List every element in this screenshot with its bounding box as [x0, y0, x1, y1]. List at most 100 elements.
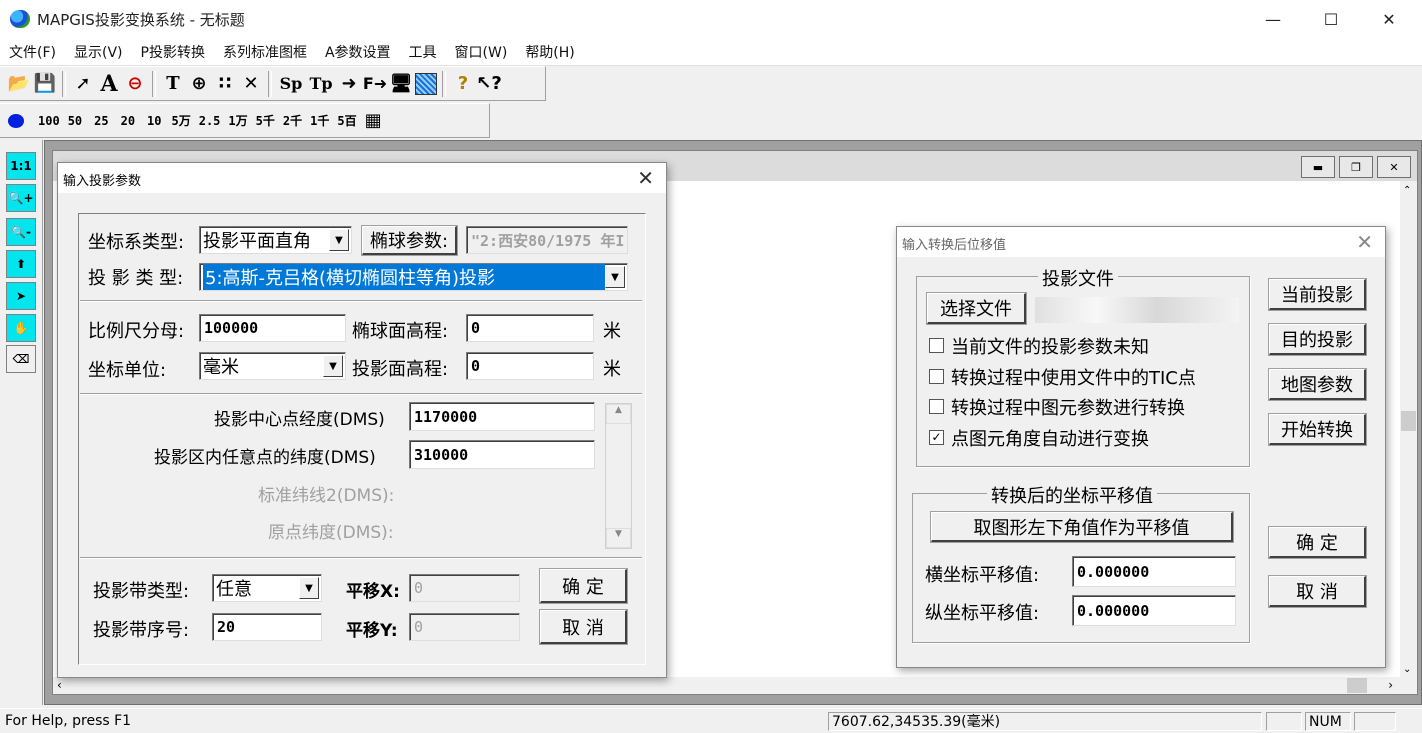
ok-button[interactable]: 确 定 [1268, 526, 1367, 559]
scale-20[interactable]: 20 [121, 114, 135, 128]
text-t-icon[interactable]: T [161, 72, 185, 96]
vertical-scroll-thumb[interactable] [1401, 411, 1416, 431]
ellipsoid-field[interactable]: "2:西安80/1975 年I [466, 226, 628, 254]
proj-height-input[interactable]: 0 [466, 352, 594, 380]
dialog-close-icon[interactable]: ✕ [637, 166, 654, 190]
any-lat-label: 投影区内任意点的纬度(DMS) [154, 448, 376, 468]
scroll-up-icon[interactable]: ▲ [606, 404, 631, 424]
menu-standard-frame[interactable]: 系列标准图框 [214, 42, 316, 62]
band-no-input[interactable]: 20 [212, 613, 322, 641]
f-arrow-icon[interactable]: F➜ [363, 72, 387, 96]
band-type-label: 投影带类型: [93, 581, 190, 602]
chk-params-unknown[interactable] [929, 338, 944, 353]
scroll-up-icon[interactable]: ⌃ [1403, 185, 1411, 196]
vertical-scrollbar[interactable]: ⌃ ⌄ [1400, 181, 1417, 679]
chk-convert-params[interactable] [929, 399, 944, 414]
map-params-button[interactable]: 地图参数 [1268, 368, 1367, 401]
scale-1qian[interactable]: 1千 [310, 112, 329, 129]
scale-5qian[interactable]: 5千 [256, 112, 275, 129]
unit-select[interactable]: 毫米 ▼ [199, 352, 346, 380]
scale-50[interactable]: 50 [68, 114, 82, 128]
zoom-in-icon[interactable]: 🔍+ [6, 184, 36, 212]
arrow-up-icon[interactable]: ⬆ [6, 250, 36, 278]
scale-25[interactable]: 25 [94, 114, 108, 128]
scroll-down-icon[interactable]: ⌄ [1403, 664, 1411, 675]
file-path-field[interactable] [1035, 297, 1239, 323]
center-lon-input[interactable]: 1170000 [409, 402, 595, 431]
x-shift-input[interactable]: 0.000000 [1072, 556, 1236, 587]
current-proj-button[interactable]: 当前投影 [1268, 278, 1367, 311]
status-bar: For Help, press F1 7607.62,34535.39(毫米) … [0, 708, 1422, 733]
ellipsoid-height-input[interactable]: 0 [466, 314, 594, 342]
menu-projection[interactable]: P投影转换 [132, 42, 214, 62]
child-minimize-icon[interactable]: ▬ [1301, 156, 1335, 178]
scale-1wan[interactable]: 1万 [228, 112, 247, 129]
band-type-select[interactable]: 任意 ▼ [212, 574, 322, 602]
dialog-close-icon[interactable]: ✕ [1356, 230, 1373, 254]
any-lat-input[interactable]: 310000 [409, 440, 595, 469]
grid-icon[interactable]: ▦ [365, 110, 382, 131]
text-a-icon[interactable]: A [97, 71, 121, 97]
horizontal-scrollbar[interactable]: ‹ › [53, 677, 1417, 694]
menu-window[interactable]: 窗口(W) [446, 42, 517, 62]
sp-icon[interactable]: Sp [277, 72, 305, 96]
minimize-button[interactable]: — [1250, 4, 1296, 34]
horizontal-scroll-thumb[interactable] [1347, 678, 1367, 693]
pan-icon[interactable]: ✋ [6, 314, 36, 342]
menu-tools[interactable]: 工具 [400, 42, 446, 62]
ellipsoid-params-button[interactable]: 椭球参数: [361, 225, 458, 256]
grid-pattern-icon[interactable] [415, 72, 437, 95]
help-icon[interactable]: ? [451, 72, 475, 96]
save-icon[interactable]: 💾 [33, 72, 57, 96]
cancel-button[interactable]: 取 消 [539, 609, 628, 645]
ok-button[interactable]: 确 定 [539, 568, 628, 604]
params-scrollbar[interactable]: ▲ ▼ [605, 403, 632, 549]
move-icon[interactable]: ➤ [6, 282, 36, 310]
tp-icon[interactable]: Tp [307, 72, 335, 96]
scale-10[interactable]: 10 [147, 114, 161, 128]
y-shift-input[interactable]: 0.000000 [1072, 595, 1236, 626]
menu-view[interactable]: 显示(V) [65, 42, 132, 62]
context-help-icon[interactable]: ↖? [476, 72, 502, 96]
blue-dot-icon[interactable] [8, 113, 24, 128]
y-shift-label: 纵坐标平移值: [925, 603, 1040, 624]
cross-lines-icon[interactable]: ✕ [239, 72, 263, 96]
coord-type-select[interactable]: 投影平面直角 ▼ [199, 226, 352, 254]
eraser-icon[interactable]: ⌫ [6, 345, 36, 373]
chk-use-tic[interactable] [929, 369, 944, 384]
arrow-right-icon[interactable]: ➜ [337, 72, 361, 96]
crosshair-icon[interactable]: ⊕ [187, 72, 211, 96]
menu-help[interactable]: 帮助(H) [516, 42, 583, 62]
chk-auto-angle[interactable]: ✓ [929, 430, 944, 445]
scale-5bai[interactable]: 5百 [337, 112, 356, 129]
maximize-button[interactable]: ☐ [1308, 4, 1354, 34]
open-folder-icon[interactable]: 📂 [7, 72, 31, 96]
monitor-icon[interactable]: 🖥 [389, 72, 413, 96]
zoom-1to1-button[interactable]: 1:1 [6, 152, 36, 180]
points-icon[interactable]: ∷ [213, 72, 237, 96]
shift-y-input[interactable]: 0 [409, 613, 520, 641]
eraser-circle-icon[interactable]: ⊖ [123, 72, 147, 96]
take-lower-left-button[interactable]: 取图形左下角值作为平移值 [930, 511, 1234, 543]
polyline-icon[interactable]: ➚ [71, 72, 95, 96]
zoom-out-icon[interactable]: 🔍- [6, 218, 36, 246]
child-restore-icon[interactable]: ❐ [1339, 156, 1373, 178]
scale-100[interactable]: 100 [38, 114, 60, 128]
select-file-button[interactable]: 选择文件 [926, 292, 1027, 325]
scale-2-5[interactable]: 2.5 [199, 114, 221, 128]
scroll-left-icon[interactable]: ‹ [57, 678, 62, 692]
menu-params[interactable]: A参数设置 [316, 42, 400, 62]
close-button[interactable]: ✕ [1366, 4, 1412, 34]
start-convert-button[interactable]: 开始转换 [1268, 413, 1367, 446]
shift-x-input[interactable]: 0 [409, 574, 520, 602]
scroll-right-icon[interactable]: › [1388, 678, 1393, 692]
target-proj-button[interactable]: 目的投影 [1268, 323, 1367, 356]
scale-2qian[interactable]: 2千 [283, 112, 302, 129]
scale-5wan[interactable]: 5万 [172, 112, 191, 129]
scale-input[interactable]: 100000 [199, 314, 346, 342]
scroll-down-icon[interactable]: ▼ [606, 528, 631, 548]
child-close-icon[interactable]: ✕ [1377, 156, 1411, 178]
cancel-button[interactable]: 取 消 [1268, 575, 1367, 608]
proj-type-select[interactable]: 5:高斯-克吕格(横切椭圆柱等角)投影 ▼ [199, 263, 628, 291]
menu-file[interactable]: 文件(F) [0, 42, 65, 62]
